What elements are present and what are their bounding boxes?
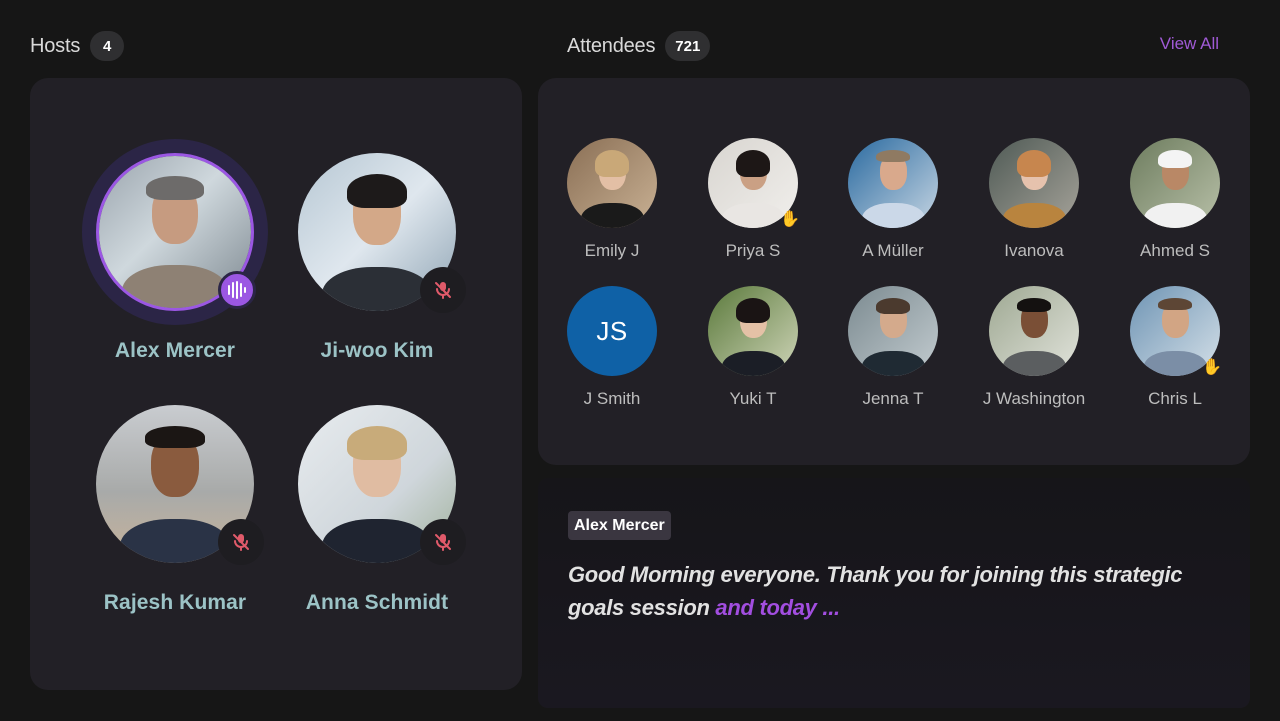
attendee-avatar [989,286,1079,376]
hosts-header: Hosts 4 [30,31,125,61]
attendee-tile[interactable]: Jenna T [823,286,963,409]
audio-waveform-icon [218,271,256,309]
attendee-tile[interactable]: ✋ Priya S [683,138,823,261]
host-name: Ji-woo Kim [320,339,434,362]
host-tile[interactable]: Anna Schmidt [277,405,477,615]
attendees-panel: Emily J ✋ Priya S A Müller Ivanova Ahmed… [538,78,1250,465]
attendee-tile[interactable]: Emily J [542,138,682,261]
hosts-title: Hosts [30,34,81,57]
attendees-header: Attendees 721 [567,31,711,61]
host-tile[interactable]: Ji-woo Kim [277,153,477,363]
attendee-avatar [708,286,798,376]
mic-off-icon [218,519,264,565]
attendee-avatar [989,138,1079,228]
hosts-panel: Alex Mercer Ji-woo Kim Rajesh Kumar Anna… [30,78,522,690]
raised-hand-icon: ✋ [780,211,800,228]
attendee-name: J Washington [982,389,1086,408]
attendee-tile[interactable]: Yuki T [683,286,823,409]
attendees-count-badge: 721 [665,31,711,61]
raised-hand-icon: ✋ [1202,359,1222,376]
hosts-count-badge: 4 [90,31,125,61]
host-name: Anna Schmidt [305,591,449,614]
mic-off-icon [420,519,466,565]
attendee-tile[interactable]: Ivanova [964,138,1104,261]
host-tile[interactable]: Alex Mercer [75,139,275,363]
attendees-title: Attendees [567,34,656,57]
attendee-name: Yuki T [729,389,777,408]
attendee-name: A Müller [862,241,924,260]
attendee-name: Ivanova [1004,241,1064,260]
attendee-tile[interactable]: JS J Smith [542,286,682,409]
live-caption-area: Alex Mercer Good Morning everyone. Thank… [538,478,1250,708]
caption-final-text: Good Morning everyone. Thank you for joi… [568,562,1183,620]
attendee-tile[interactable]: A Müller [823,138,963,261]
initials-avatar: JS [567,286,657,376]
attendee-name: Jenna T [862,389,924,408]
attendee-avatar [567,138,657,228]
attendee-name: Chris L [1148,389,1202,408]
host-name: Alex Mercer [114,339,236,362]
attendee-avatar [1130,138,1220,228]
host-name: Rajesh Kumar [103,591,247,614]
caption-speaker-label: Alex Mercer [568,511,671,540]
attendee-name: J Smith [583,389,641,408]
caption-live-text: and today ... [715,595,840,620]
mic-off-icon [420,267,466,313]
attendee-tile[interactable]: Ahmed S [1105,138,1245,261]
caption-text: Good Morning everyone. Thank you for joi… [568,558,1208,624]
attendee-avatar [848,138,938,228]
attendee-name: Emily J [584,241,640,260]
attendee-tile[interactable]: ✋ Chris L [1105,286,1245,409]
attendee-tile[interactable]: J Washington [964,286,1104,409]
attendee-name: Priya S [725,241,781,260]
attendee-avatar [848,286,938,376]
attendee-name: Ahmed S [1140,241,1210,260]
host-tile[interactable]: Rajesh Kumar [75,405,275,615]
view-all-attendees-link[interactable]: View All [1160,34,1219,54]
